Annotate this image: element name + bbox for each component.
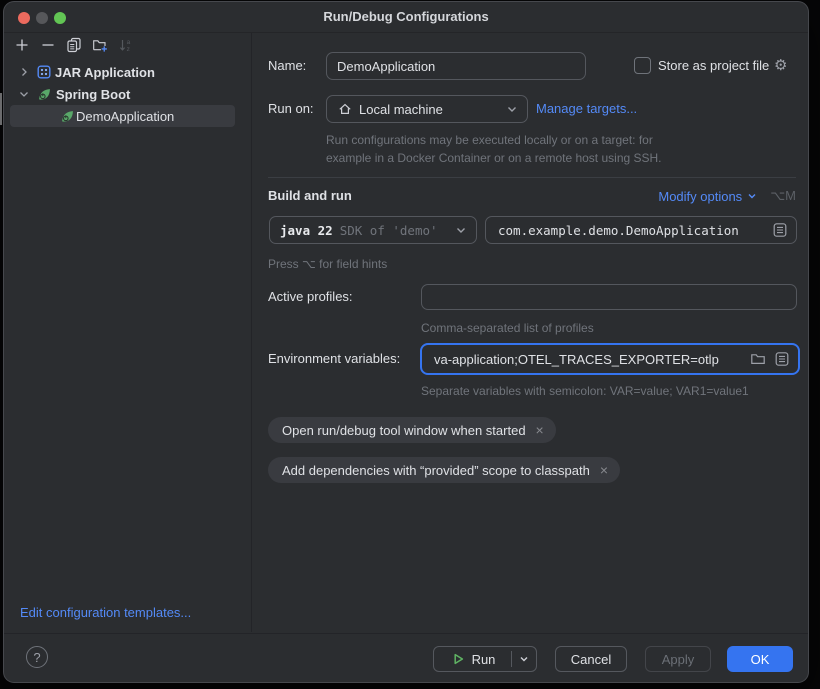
spring-boot-icon: [37, 87, 52, 102]
field-hints-text: Press ⌥ for field hints: [268, 256, 387, 272]
tree-item-label: Spring Boot: [56, 87, 130, 102]
list-icon[interactable]: [772, 222, 788, 238]
copy-icon: [66, 37, 82, 53]
ok-button[interactable]: OK: [727, 646, 793, 672]
new-folder-icon: [92, 37, 108, 53]
sort-alphabetically-icon: a z: [118, 37, 134, 53]
main-class-value: com.example.demo.DemoApplication: [498, 223, 739, 238]
environment-variables-field: [420, 343, 800, 375]
run-on-select[interactable]: Local machine: [326, 95, 528, 123]
plus-icon: [14, 37, 30, 53]
remove-configuration-button[interactable]: [40, 37, 56, 53]
cancel-button[interactable]: Cancel: [555, 646, 627, 672]
run-on-value: Local machine: [359, 102, 443, 117]
run-on-hint: Run configurations may be executed local…: [326, 131, 662, 167]
home-icon: [337, 101, 353, 117]
store-as-project-file-label[interactable]: Store as project file: [658, 52, 769, 80]
name-input[interactable]: [326, 52, 586, 80]
run-debug-configurations-dialog: Run/Debug Configurations: [4, 2, 808, 682]
minus-icon: [40, 37, 56, 53]
environment-variables-label: Environment variables:: [268, 343, 400, 375]
run-on-label: Run on:: [268, 95, 314, 123]
svg-text:z: z: [127, 46, 130, 53]
chip-add-provided-dependencies: Add dependencies with “provided” scope t…: [268, 457, 620, 483]
chip-label: Open run/debug tool window when started: [282, 423, 526, 438]
spring-boot-icon: [60, 109, 75, 124]
chevron-down-icon: [518, 653, 530, 665]
chevron-down-icon[interactable]: [746, 190, 758, 202]
list-icon[interactable]: [774, 351, 790, 367]
name-label: Name:: [268, 52, 306, 80]
chevron-down-icon: [505, 102, 519, 116]
run-button[interactable]: Run: [434, 647, 511, 671]
tree-item-spring-boot[interactable]: Spring Boot: [4, 83, 251, 105]
jdk-detail: SDK of 'demo': [340, 223, 438, 238]
chevron-down-icon[interactable]: [18, 88, 30, 100]
store-as-project-file-checkbox[interactable]: [634, 57, 651, 74]
new-folder-button[interactable]: [92, 37, 108, 53]
dialog-footer: ? Run Cancel Apply OK: [4, 633, 808, 683]
jar-application-icon: [37, 65, 51, 79]
copy-configuration-button[interactable]: [66, 37, 82, 53]
title-bar: Run/Debug Configurations: [4, 2, 808, 33]
add-configuration-button[interactable]: [14, 37, 30, 53]
help-button[interactable]: ?: [26, 646, 48, 668]
tree-item-label: JAR Application: [55, 65, 155, 80]
edit-configuration-templates-link[interactable]: Edit configuration templates...: [20, 604, 191, 622]
tree-item-jar-application[interactable]: JAR Application: [4, 61, 251, 83]
tree-item-label: DemoApplication: [76, 109, 174, 124]
run-options-button[interactable]: [512, 647, 536, 671]
configurations-sidebar: a z JAR Application: [4, 33, 252, 632]
modify-options-link[interactable]: Modify options: [658, 189, 742, 204]
sort-configurations-button[interactable]: a z: [118, 37, 134, 53]
chip-open-run-debug-tool-window: Open run/debug tool window when started …: [268, 417, 556, 443]
active-profiles-hint: Comma-separated list of profiles: [421, 320, 594, 336]
apply-button[interactable]: Apply: [645, 646, 711, 672]
active-profiles-input[interactable]: [421, 284, 797, 310]
chevron-right-icon[interactable]: [18, 66, 30, 78]
close-icon[interactable]: ×: [600, 463, 608, 477]
close-icon[interactable]: ×: [536, 423, 544, 437]
build-and-run-title: Build and run: [268, 185, 352, 207]
environment-variables-input[interactable]: [420, 343, 800, 375]
main-class-field[interactable]: com.example.demo.DemoApplication: [485, 216, 797, 244]
modify-options-row: Modify options ⌥M: [658, 185, 796, 207]
background-artifact: [0, 93, 2, 125]
store-settings-gear-icon[interactable]: ⚙: [774, 58, 820, 73]
chip-label: Add dependencies with “provided” scope t…: [282, 463, 590, 478]
run-button-label: Run: [472, 652, 496, 667]
tree-item-demo-application[interactable]: DemoApplication: [4, 105, 251, 127]
active-profiles-label: Active profiles:: [268, 284, 353, 310]
run-split-button: Run: [433, 646, 537, 672]
folder-icon[interactable]: [750, 351, 766, 367]
svg-text:a: a: [127, 39, 131, 46]
modify-options-shortcut: ⌥M: [770, 188, 796, 204]
chevron-down-icon: [454, 223, 468, 237]
run-play-icon: [450, 651, 466, 667]
manage-targets-link[interactable]: Manage targets...: [536, 95, 637, 123]
environment-variables-hint: Separate variables with semicolon: VAR=v…: [421, 383, 749, 399]
jdk-select[interactable]: java 22 SDK of 'demo': [269, 216, 477, 244]
section-divider: [268, 177, 796, 178]
dialog-title: Run/Debug Configurations: [4, 2, 808, 32]
jdk-version: java 22: [280, 223, 333, 238]
configuration-form: Name: Store as project file ⚙ Run on: Lo…: [256, 34, 808, 632]
